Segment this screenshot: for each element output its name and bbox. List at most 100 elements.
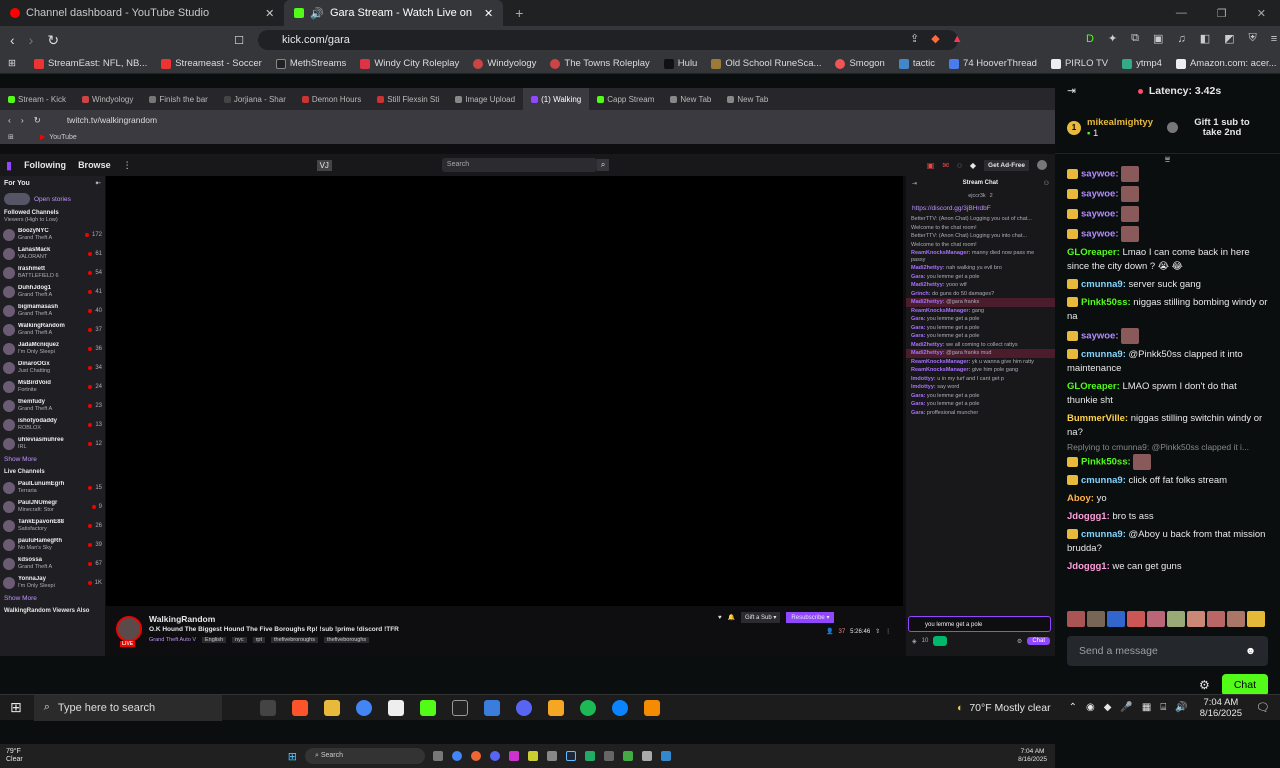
bookmark[interactable]: Streameast - Soccer xyxy=(161,58,262,69)
expand-chat-icon[interactable]: ⇥ xyxy=(1067,85,1076,97)
emote-icon[interactable] xyxy=(1167,611,1185,627)
prime-icon[interactable]: ▣ xyxy=(927,161,935,170)
windows-start-icon[interactable]: ⊞ xyxy=(10,699,22,716)
inner-tab[interactable]: Demon Hours xyxy=(294,88,369,110)
channel-item[interactable]: uhleviasmuhree IRL 12 xyxy=(0,434,105,453)
chat-username[interactable]: Madi2hettyy: xyxy=(911,350,945,356)
chat-username[interactable]: saywoe: xyxy=(1081,229,1119,240)
vpn-icon[interactable]: ⛨ xyxy=(1249,32,1257,45)
inner-tab[interactable]: Jorjiana - Shar xyxy=(216,88,294,110)
microphone-icon[interactable]: 🎤 xyxy=(1120,702,1132,713)
puzzle-icon[interactable]: ✦ xyxy=(1108,32,1117,45)
points-icon[interactable]: ◈ xyxy=(912,638,917,645)
channel-item[interactable]: ishotyodaddy ROBLOX 13 xyxy=(0,415,105,434)
discord-icon[interactable] xyxy=(515,699,532,716)
tag[interactable]: nyc xyxy=(232,637,247,643)
chat-username[interactable]: Pinkk50ss: xyxy=(1081,457,1131,468)
app-icon[interactable] xyxy=(483,699,500,716)
chat-username[interactable]: Gara: xyxy=(911,333,925,339)
chat-username[interactable]: Gara: xyxy=(911,274,925,280)
music-icon[interactable]: ♫ xyxy=(1177,33,1185,45)
chat-username[interactable]: saywoe: xyxy=(1081,209,1119,220)
chat-username[interactable]: Gara: xyxy=(911,401,925,407)
extension-d-icon[interactable]: D xyxy=(1086,33,1094,45)
inner-search[interactable]: ⌕ Search xyxy=(304,748,425,764)
bookmark[interactable]: tactic xyxy=(898,58,935,69)
chat-username[interactable]: cmunna9: xyxy=(1081,529,1126,540)
more-icon[interactable]: ⋮ xyxy=(885,628,891,635)
nav-following[interactable]: Following xyxy=(24,160,66,170)
collapse-chat-icon[interactable]: ⇥ xyxy=(912,180,917,187)
twitch-search[interactable]: Search xyxy=(441,158,597,172)
kick-chat-button[interactable]: Chat xyxy=(1221,674,1268,696)
screenshot-icon[interactable]: ▣ xyxy=(1153,32,1163,45)
video-app-icon[interactable] xyxy=(470,751,481,761)
shazam-icon[interactable] xyxy=(611,699,628,716)
file-explorer-icon[interactable] xyxy=(323,699,340,716)
emote-icon[interactable] xyxy=(1087,611,1105,627)
chat-username[interactable]: ReamKnocksManager: xyxy=(911,359,970,365)
channel-item[interactable]: PaulJNUmegr Minecraft: Stor 9 xyxy=(0,497,105,516)
chat-username[interactable]: Madi2hettyy: xyxy=(911,342,945,348)
bookmark[interactable]: PIRLO TV xyxy=(1050,58,1108,69)
users-icon[interactable]: ⚇ xyxy=(1044,180,1049,187)
tag[interactable]: rpt xyxy=(252,637,266,643)
twitch-logo-icon[interactable]: ▮ xyxy=(6,159,12,172)
apps-icon[interactable]: ⊞ xyxy=(8,58,16,69)
reply-preview[interactable]: Replying to cmunna9: @Pinkk50ss clapped … xyxy=(1055,442,1280,452)
bookmark[interactable]: Old School RuneSca... xyxy=(711,58,821,69)
chat-username[interactable]: Gara: xyxy=(911,316,925,322)
emote-icon[interactable] xyxy=(1187,611,1205,627)
bookmark-youtube[interactable]: YouTube xyxy=(49,134,77,141)
tag[interactable]: thefivebroroughs xyxy=(271,637,318,643)
inner-tab[interactable]: Still Flexsin Sti xyxy=(369,88,447,110)
chat-username[interactable]: Madi2hettyy: xyxy=(911,282,945,288)
bookmark[interactable]: MethStreams xyxy=(275,58,346,69)
bookmark[interactable]: Windy City Roleplay xyxy=(360,58,459,69)
open-stories-link[interactable]: Open stories xyxy=(34,196,71,203)
twitch-chat-button[interactable]: Chat xyxy=(1027,637,1050,645)
inbox-icon[interactable]: ✉ xyxy=(942,161,949,170)
video-player[interactable] xyxy=(106,176,903,606)
top-gifter-name[interactable]: mikealmightyy xyxy=(1087,117,1153,128)
chat-username[interactable]: lmdottyy: xyxy=(911,376,936,382)
show-more-link[interactable]: Show More xyxy=(0,453,105,466)
inner-tab[interactable]: Stream - Kick xyxy=(0,88,74,110)
avatar[interactable] xyxy=(1037,160,1047,170)
emote-icon[interactable] xyxy=(1227,611,1245,627)
chat-username[interactable]: cmunna9: xyxy=(1081,475,1126,486)
sidebar-icon[interactable]: ◧ xyxy=(1200,32,1210,45)
category-link[interactable]: Grand Theft Auto V xyxy=(149,637,196,643)
channel-item[interactable]: LanasMack VALORANT 61 xyxy=(0,244,105,263)
menu-icon[interactable]: ≡ xyxy=(1271,33,1277,45)
channel-item[interactable]: Irashmett BATTLEFIELD 6 54 xyxy=(0,263,105,282)
channel-item[interactable]: TankEpavonE88 Satisfactory 26 xyxy=(0,516,105,535)
gift-sub-button[interactable]: Gift a Sub ▾ xyxy=(741,612,781,623)
bookmark[interactable]: 74 HooverThread xyxy=(949,58,1037,69)
forward-icon[interactable]: › xyxy=(29,32,34,48)
bookmark[interactable]: Smogon xyxy=(835,58,885,69)
settings-app-icon[interactable] xyxy=(546,751,557,761)
chat-username[interactable]: Gara: xyxy=(911,410,925,416)
gift-sub-icon[interactable] xyxy=(1167,122,1178,133)
inner-tab-active[interactable]: (1) Walking xyxy=(523,88,590,110)
show-more-link[interactable]: Show More xyxy=(0,592,105,605)
emoji-icon[interactable]: ☻ xyxy=(1245,645,1256,657)
chat-username[interactable]: ReamKnocksManager: xyxy=(911,367,970,373)
app-icon[interactable] xyxy=(622,751,633,761)
search-icon[interactable]: ⌕ xyxy=(596,159,610,171)
chat-username[interactable]: Jdoggg1: xyxy=(1067,561,1110,572)
app-icon[interactable] xyxy=(547,699,564,716)
chat-username[interactable]: Madi2hettyy: xyxy=(911,299,945,305)
channel-item[interactable]: themfudy Grand Theft A 23 xyxy=(0,396,105,415)
app-icon[interactable] xyxy=(508,751,519,761)
channel-item[interactable]: bigmamasash Grand Theft A 40 xyxy=(0,301,105,320)
close-window-icon[interactable]: ✕ xyxy=(1257,7,1266,20)
chat-username[interactable]: saywoe: xyxy=(1081,169,1119,180)
bell-icon[interactable]: 🔔 xyxy=(728,614,735,621)
maximize-icon[interactable]: ❐ xyxy=(1217,7,1227,20)
brave-icon[interactable] xyxy=(291,699,308,716)
discord-link[interactable]: https://discord.gg/3jBHrdbF xyxy=(906,202,1055,215)
chat-username[interactable]: cmunna9: xyxy=(1081,279,1126,290)
close-icon[interactable]: ✕ xyxy=(484,7,493,20)
